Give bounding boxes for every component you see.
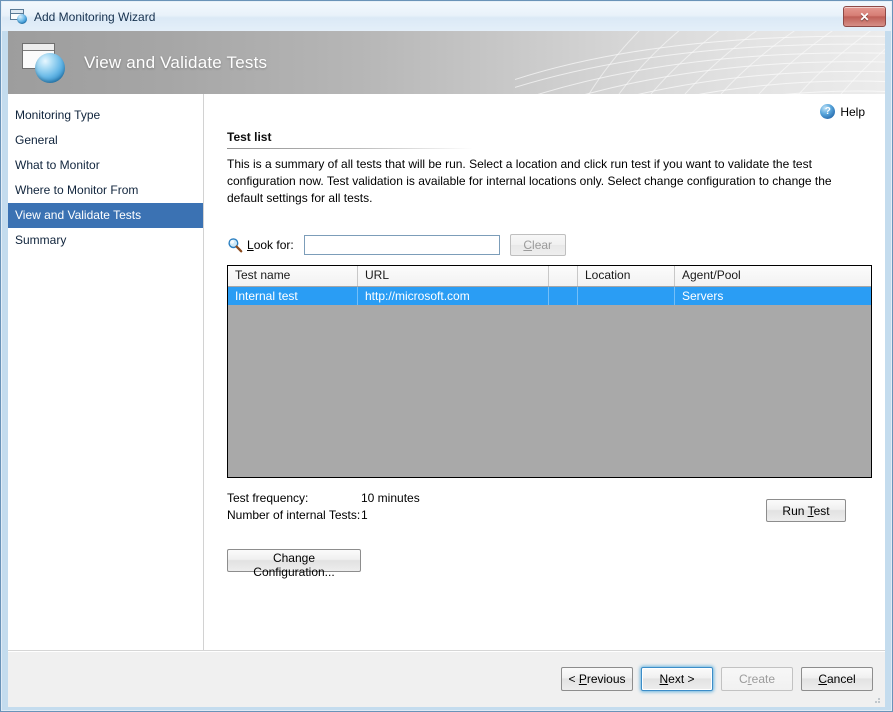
create-button[interactable]: Create	[721, 667, 793, 691]
table-row[interactable]: Internal test http://microsoft.com Serve…	[228, 287, 871, 305]
clear-button[interactable]: Clear	[510, 234, 566, 256]
cell-test-name: Internal test	[228, 287, 358, 305]
title-bar[interactable]: Add Monitoring Wizard ✕	[2, 2, 891, 31]
column-header-test-name[interactable]: Test name	[228, 266, 358, 286]
wizard-banner: View and Validate Tests	[8, 31, 885, 94]
column-header-location[interactable]: Location	[578, 266, 675, 286]
wizard-content: ? Help Test list This is a summary of al…	[205, 94, 885, 650]
create-pre: C	[739, 672, 748, 686]
clear-rest: lear	[532, 238, 552, 252]
summary-label-test-frequency: Test frequency:	[227, 490, 361, 507]
previous-accel: P	[579, 672, 587, 686]
search-label-rest: ook for:	[254, 238, 294, 252]
run-test-pre: Run	[782, 504, 807, 518]
summary-label-internal-tests: Number of internal Tests:	[227, 507, 361, 524]
cancel-button[interactable]: Cancel	[801, 667, 873, 691]
column-header-agent-pool[interactable]: Agent/Pool	[675, 266, 871, 286]
window-title: Add Monitoring Wizard	[34, 10, 155, 24]
previous-post: revious	[587, 672, 626, 686]
section-description: This is a summary of all tests that will…	[227, 156, 855, 207]
sidebar-item-general[interactable]: General	[8, 128, 203, 153]
previous-pre: <	[568, 672, 578, 686]
wizard-window: Add Monitoring Wizard ✕	[0, 0, 893, 712]
summary-value-test-frequency: 10 minutes	[361, 490, 420, 507]
sidebar-item-what-to-monitor[interactable]: What to Monitor	[8, 153, 203, 178]
sidebar-item-monitoring-type[interactable]: Monitoring Type	[8, 103, 203, 128]
clear-accel: C	[523, 238, 532, 252]
run-test-post: est	[814, 504, 830, 518]
search-icon	[227, 237, 243, 253]
column-header-url[interactable]: URL	[358, 266, 549, 286]
summary-value-internal-tests: 1	[361, 507, 368, 524]
wizard-step-nav: Monitoring Type General What to Monitor …	[8, 94, 204, 650]
wizard-footer: < Previous Next > Create Cancel	[8, 651, 885, 707]
cell-location	[578, 287, 675, 305]
test-summary: Test frequency: 10 minutes Number of int…	[227, 490, 420, 524]
window-sphere-icon	[10, 9, 28, 25]
wizard-footer-buttons: < Previous Next > Create Cancel	[561, 667, 873, 691]
section-divider	[227, 148, 473, 149]
create-post: eate	[752, 672, 775, 686]
search-label: Look for:	[247, 238, 294, 252]
change-configuration-button[interactable]: Change Configuration...	[227, 549, 361, 572]
close-button[interactable]: ✕	[843, 6, 886, 27]
cancel-accel: C	[818, 672, 827, 686]
sidebar-item-where-to-monitor-from[interactable]: Where to Monitor From	[8, 178, 203, 203]
previous-button[interactable]: < Previous	[561, 667, 633, 691]
section-title: Test list	[227, 130, 271, 144]
sidebar-item-summary[interactable]: Summary	[8, 228, 203, 253]
cancel-post: ancel	[827, 672, 856, 686]
resize-grip[interactable]	[870, 693, 882, 705]
summary-row-test-frequency: Test frequency: 10 minutes	[227, 490, 420, 507]
change-config-pre: Chan	[273, 551, 302, 565]
cell-blank	[549, 287, 578, 305]
banner-mesh-decoration	[515, 31, 885, 94]
wizard-body: Monitoring Type General What to Monitor …	[8, 94, 885, 651]
help-label: Help	[840, 105, 865, 119]
window-frame-right	[885, 31, 891, 710]
search-label-accel: L	[247, 238, 254, 252]
cell-url: http://microsoft.com	[358, 287, 549, 305]
cell-agent-pool: Servers	[675, 287, 871, 305]
next-button[interactable]: Next >	[641, 667, 713, 691]
help-link[interactable]: ? Help	[820, 104, 865, 119]
run-test-button[interactable]: Run Test	[766, 499, 846, 522]
page-title: View and Validate Tests	[84, 31, 267, 94]
close-icon: ✕	[859, 11, 869, 23]
summary-row-internal-tests: Number of internal Tests: 1	[227, 507, 420, 524]
window-sphere-icon	[20, 40, 68, 86]
tests-table[interactable]: Test name URL Location Agent/Pool Intern…	[227, 265, 872, 478]
search-row: Look for: Clear	[227, 234, 566, 256]
next-accel: N	[659, 672, 668, 686]
next-post: ext >	[668, 672, 694, 686]
sidebar-item-view-and-validate-tests[interactable]: View and Validate Tests	[8, 203, 203, 228]
table-header-row: Test name URL Location Agent/Pool	[228, 266, 871, 287]
search-input[interactable]	[304, 235, 500, 255]
column-header-blank[interactable]	[549, 266, 578, 286]
help-icon: ?	[820, 104, 835, 119]
